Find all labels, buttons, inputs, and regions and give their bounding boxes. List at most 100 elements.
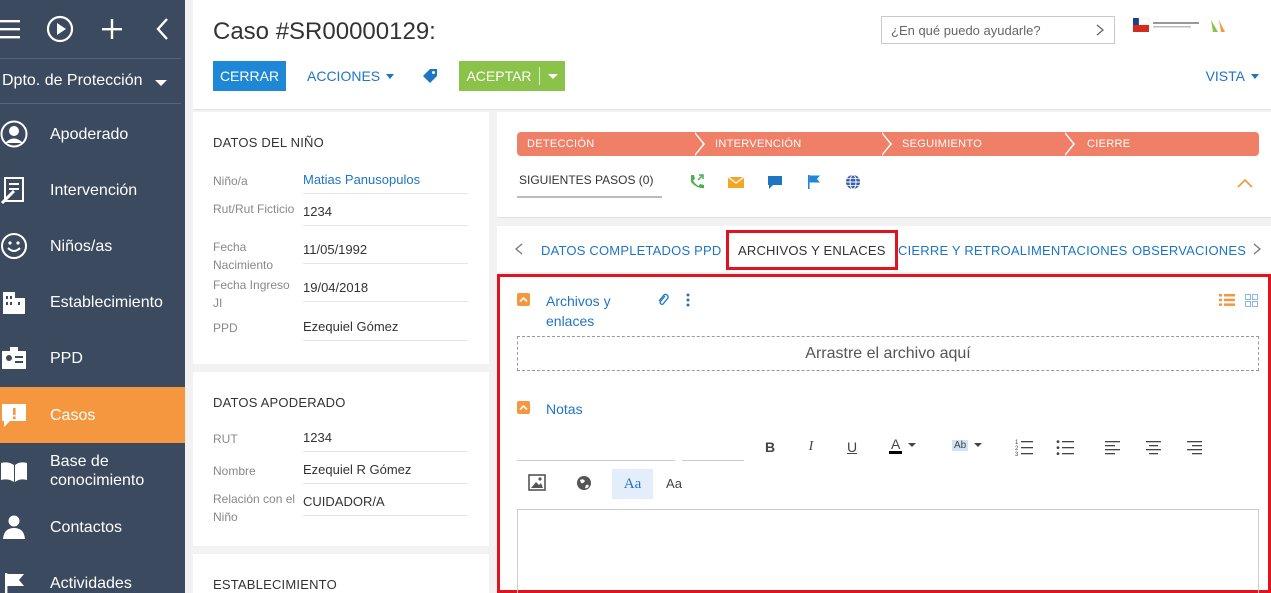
building-icon [3,292,25,314]
align-left-icon[interactable] [1100,436,1126,458]
plus-icon[interactable] [97,14,127,44]
sidebar-item-label: Contactos [50,518,123,536]
text-style-formatted-button[interactable]: Aa [612,469,653,499]
sidebar-item-actividades[interactable]: Actividades [0,555,185,593]
page-header: Caso #SR00000129: CERRAR ACCIONES ACEPTA… [193,0,1271,110]
sidebar-item-label: Niños/as [50,237,113,255]
stage-bar: DETECCIÓN INTERVENCIÓN SEGUIMIENTO CIERR… [517,132,1259,156]
sidebar-item-intervencion[interactable]: Intervención [0,162,185,218]
tab-cierre-retroalimentaciones[interactable]: CIERRE Y RETROALIMENTACIONES [898,237,1128,263]
chevron-right-icon[interactable] [1096,24,1104,36]
sidebar-item-establecimiento[interactable]: Establecimiento [0,274,185,330]
insert-image-icon[interactable] [524,472,550,494]
italic-button[interactable]: I [798,436,824,458]
sidebar-item-casos[interactable]: Casos [0,387,185,443]
establishment-card: ESTABLECIMIENTO [193,554,489,593]
tab-archivos-enlaces[interactable]: ARCHIVOS Y ENLACES [726,230,898,270]
list-view-icon[interactable] [1219,294,1235,306]
collapse-notes-icon[interactable] [517,401,530,414]
chevron-down-icon [547,73,558,79]
bullet-list-icon[interactable] [1052,436,1078,458]
font-color-label: A [889,435,903,454]
phone-call-icon[interactable] [688,173,706,191]
email-icon[interactable] [727,173,745,191]
chevron-down-icon [1251,73,1259,79]
hamburger-menu-icon[interactable] [0,14,26,44]
department-label: Dpto. de Protección [2,72,143,89]
stage-cierre[interactable]: CIERRE [1065,132,1259,156]
next-steps-tab[interactable]: SIGUIENTES PASOS (0) [519,173,653,187]
close-button[interactable]: CERRAR [213,61,286,91]
field-value: Ezequiel Gómez [303,319,468,341]
chevron-down-icon [386,73,395,79]
stage-progress-card: DETECCIÓN INTERVENCIÓN SEGUIMIENTO CIERR… [497,112,1271,218]
field-value: Ezequiel R Gómez [303,462,468,484]
tab-datos-completados[interactable]: DATOS COMPLETADOS PPD [541,237,721,263]
numbered-list-icon[interactable]: 123 [1011,436,1037,458]
files-section-title: Archivos y enlaces [546,291,611,331]
search-placeholder: ¿En qué puedo ayudarle? [891,22,1041,38]
smiley-icon [1,233,27,259]
case-detail-panel: DETECCIÓN INTERVENCIÓN SEGUIMIENTO CIERR… [497,112,1271,593]
file-dropzone[interactable]: Arrastre el archivo aquí [517,336,1259,371]
play-circle-icon[interactable] [45,14,75,44]
sidebar-item-ppd[interactable]: PPD [0,330,185,386]
actions-dropdown[interactable]: ACCIONES [307,61,395,91]
tag-icon[interactable] [422,68,438,84]
user-circle-icon [0,120,28,148]
font-family-select[interactable] [517,460,675,461]
align-right-icon[interactable] [1182,436,1208,458]
chevron-right-icon[interactable] [1253,243,1261,255]
stage-seguimiento[interactable]: SEGUIMIENTO [882,132,1075,156]
accept-button[interactable]: ACEPTAR [459,61,565,91]
sidebar-item-contactos[interactable]: Contactos [0,499,185,555]
paperclip-icon[interactable] [657,293,669,307]
sidebar-item-label: Apoderado [50,125,129,143]
font-color-button[interactable]: A [889,434,925,456]
field-value: 1234 [303,430,468,452]
chevron-up-icon[interactable] [1237,178,1253,188]
bold-button[interactable]: B [757,436,783,458]
sidebar-item-base-conocimiento[interactable]: Base de conocimiento [0,443,185,499]
more-vertical-icon[interactable] [686,293,690,307]
field-label: Rut/Rut Ficticio [213,202,295,216]
field-value: 1234 [303,204,468,226]
flag-icon[interactable] [805,173,823,191]
child-name-link[interactable]: Matias Panusopulos [303,172,468,194]
accept-dropdown-toggle[interactable] [540,73,565,79]
sidebar-item-ninos[interactable]: Niños/as [0,218,185,274]
sidebar-item-apoderado[interactable]: Apoderado [0,106,185,162]
stage-label: DETECCIÓN [527,138,595,150]
tab-observaciones[interactable]: OBSERVACIONES [1132,237,1246,263]
child-card-title: DATOS DEL NIÑO [213,135,324,150]
globe-icon[interactable] [844,173,862,191]
field-label: Nombre [213,464,256,478]
search-input[interactable]: ¿En qué puedo ayudarle? [881,16,1115,44]
open-book-icon [1,462,27,482]
field-value: 11/05/1992 [303,242,468,264]
chevron-down-icon [974,443,983,447]
stage-intervencion[interactable]: INTERVENCIÓN [695,132,892,156]
view-dropdown[interactable]: VISTA [1206,68,1259,84]
chat-icon[interactable] [766,173,784,191]
chevron-left-icon[interactable] [515,243,523,255]
svg-text:3: 3 [1015,452,1019,458]
page-title: Caso #SR00000129: [213,18,436,45]
chevron-left-icon[interactable] [148,14,178,44]
underline-button[interactable]: U [839,436,865,458]
stage-deteccion[interactable]: DETECCIÓN [517,132,705,156]
grid-view-icon[interactable] [1245,294,1258,307]
text-style-plain-button[interactable]: Aa [661,472,687,494]
chevron-down-icon [155,80,167,86]
department-selector[interactable]: Dpto. de Protección [0,58,181,104]
align-center-icon[interactable] [1141,436,1167,458]
collapse-files-icon[interactable] [517,293,530,306]
sidebar-item-label: Actividades [50,574,132,592]
notes-section-title: Notas [546,401,583,417]
notes-editor[interactable] [517,509,1259,593]
highlight-button[interactable]: Ab [952,434,988,456]
guardian-data-card: DATOS APODERADO RUT 1234 Nombre Ezequiel… [193,372,489,546]
font-size-select[interactable] [682,460,744,461]
files-links-content: Archivos y enlaces Arrastre el archivo a… [497,274,1271,593]
insert-link-globe-icon[interactable] [571,472,597,494]
